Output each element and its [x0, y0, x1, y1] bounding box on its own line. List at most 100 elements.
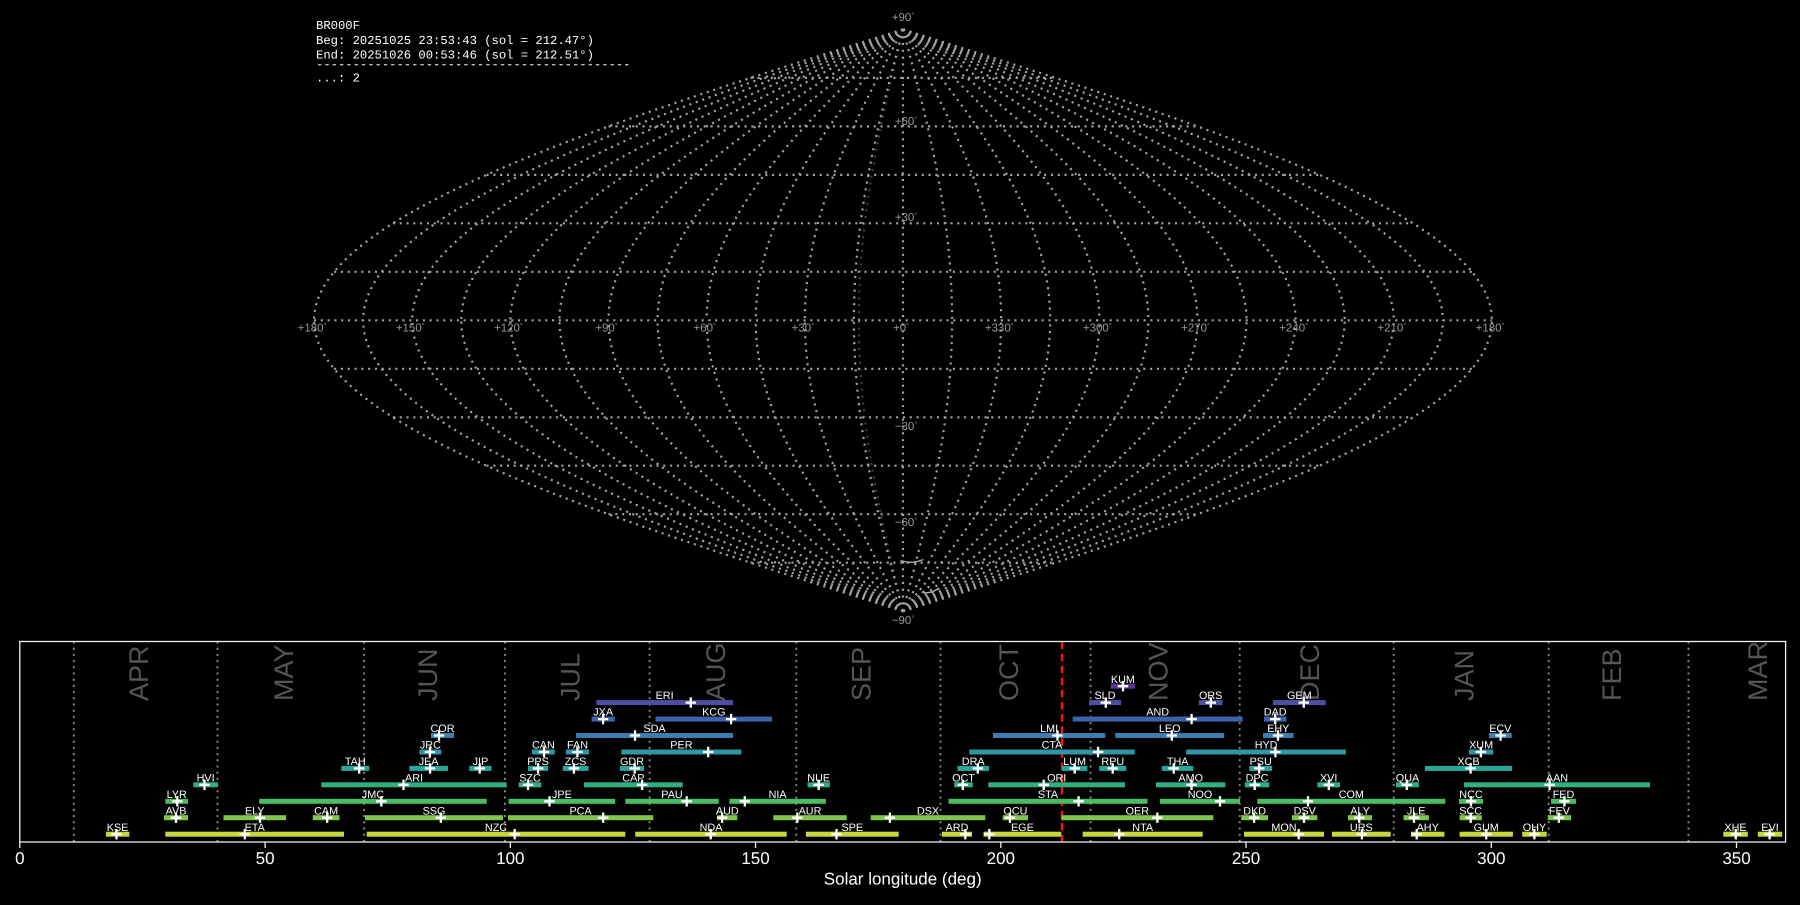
svg-text:EVI: EVI [1761, 822, 1778, 834]
svg-text:OCU: OCU [1003, 805, 1027, 817]
svg-text:100: 100 [496, 849, 524, 868]
svg-text:+300°: +300° [1083, 322, 1112, 335]
svg-text:ALY: ALY [1350, 805, 1370, 817]
svg-text:NZC: NZC [485, 822, 507, 834]
svg-text:SPE: SPE [841, 822, 863, 834]
svg-text:DKD: DKD [1243, 805, 1266, 817]
svg-text:NIA: NIA [769, 789, 788, 801]
svg-text:JXA: JXA [593, 707, 614, 719]
svg-text:SDA: SDA [643, 723, 666, 735]
svg-text:AMO: AMO [1178, 772, 1203, 784]
svg-text:MON: MON [1271, 822, 1296, 834]
svg-text:RPU: RPU [1101, 756, 1124, 768]
svg-text:KCG: KCG [702, 707, 725, 719]
svg-text:LEO: LEO [1159, 723, 1181, 735]
svg-text:ZCS: ZCS [565, 756, 587, 768]
svg-text:+210°: +210° [1377, 322, 1406, 335]
svg-text:SEP: SEP [847, 647, 877, 701]
svg-text:...: 2: ...: 2 [316, 72, 360, 86]
svg-text:Solar longitude (deg): Solar longitude (deg) [824, 870, 982, 889]
svg-text:50: 50 [256, 849, 275, 868]
svg-text:+120°: +120° [494, 322, 523, 335]
svg-text:Beg: 20251025 23:53:43 (sol =: Beg: 20251025 23:53:43 (sol = 212.47°) [316, 34, 594, 48]
svg-text:+30°: +30° [792, 322, 815, 335]
svg-text:ELY: ELY [245, 805, 265, 817]
svg-text:OCT: OCT [952, 772, 975, 784]
svg-text:+30°: +30° [895, 212, 918, 225]
svg-text:XUM: XUM [1469, 740, 1493, 752]
svg-text:+330°: +330° [985, 322, 1014, 335]
svg-text:HVI: HVI [197, 772, 215, 784]
svg-text:CAP: CAP [622, 772, 644, 784]
svg-text:ORI: ORI [1047, 772, 1066, 784]
svg-text:NCC: NCC [1459, 789, 1483, 801]
svg-text:+180°: +180° [1476, 322, 1505, 335]
svg-text:350: 350 [1722, 849, 1750, 868]
svg-text:+150°: +150° [396, 322, 425, 335]
svg-text:HYD: HYD [1255, 740, 1278, 752]
svg-text:FEV: FEV [1549, 805, 1571, 817]
svg-text:MAR: MAR [1743, 641, 1773, 701]
svg-text:+60°: +60° [895, 116, 918, 129]
svg-text:LUM: LUM [1063, 756, 1086, 768]
svg-text:JLE: JLE [1407, 805, 1426, 817]
svg-text:NDA: NDA [700, 822, 724, 834]
svg-text:300: 300 [1477, 849, 1505, 868]
svg-text:−90°: −90° [892, 615, 915, 628]
svg-text:AVB: AVB [166, 805, 187, 817]
svg-text:NUE: NUE [807, 772, 830, 784]
svg-text:BR000F: BR000F [316, 19, 360, 33]
svg-text:AUD: AUD [716, 805, 739, 817]
svg-text:EGE: EGE [1011, 822, 1034, 834]
svg-text:−30°: −30° [895, 421, 918, 434]
svg-text:APR: APR [124, 645, 154, 701]
svg-text:XVI: XVI [1320, 772, 1337, 784]
svg-text:200: 200 [987, 849, 1015, 868]
svg-text:PAU: PAU [661, 789, 682, 801]
svg-text:+60°: +60° [694, 322, 717, 335]
svg-text:CAM: CAM [314, 805, 338, 817]
svg-text:DRA: DRA [962, 756, 986, 768]
svg-text:ERI: ERI [656, 690, 674, 702]
svg-text:GDR: GDR [620, 756, 644, 768]
svg-text:SSG: SSG [423, 805, 446, 817]
svg-text:LYR: LYR [167, 789, 187, 801]
svg-text:SCC: SCC [1459, 805, 1482, 817]
svg-text:−60°: −60° [895, 517, 918, 530]
svg-text:PCA: PCA [569, 805, 592, 817]
svg-text:AHY: AHY [1417, 822, 1439, 834]
svg-text:NTA: NTA [1132, 822, 1154, 834]
svg-text:DSV: DSV [1294, 805, 1317, 817]
svg-text:DPC: DPC [1246, 772, 1269, 784]
svg-text:PPS: PPS [527, 756, 549, 768]
svg-text:NOO: NOO [1188, 789, 1213, 801]
svg-text:DAD: DAD [1264, 707, 1287, 719]
svg-text:+180°: +180° [298, 322, 327, 335]
svg-text:EHY: EHY [1267, 723, 1289, 735]
svg-text:SZC: SZC [519, 772, 541, 784]
svg-text:AUR: AUR [799, 805, 822, 817]
svg-text:JAN: JAN [1450, 650, 1480, 701]
svg-text:XCB: XCB [1457, 756, 1479, 768]
svg-text:JPE: JPE [552, 789, 572, 801]
svg-text:250: 250 [1232, 849, 1260, 868]
svg-text:JMC: JMC [362, 789, 384, 801]
svg-text:LMI: LMI [1040, 723, 1058, 735]
svg-text:GUM: GUM [1474, 822, 1499, 834]
svg-text:JIP: JIP [473, 756, 489, 768]
svg-text:------------------------------: ----------------------------------------… [316, 58, 631, 72]
svg-text:FEB: FEB [1597, 648, 1627, 701]
svg-text:OER: OER [1126, 805, 1150, 817]
svg-text:+90°: +90° [892, 12, 915, 25]
svg-text:FAN: FAN [567, 740, 588, 752]
svg-text:JRC: JRC [420, 740, 441, 752]
svg-text:FED: FED [1553, 789, 1575, 801]
svg-text:KSE: KSE [107, 822, 129, 834]
svg-text:+240°: +240° [1279, 322, 1308, 335]
svg-text:NOV: NOV [1143, 642, 1173, 701]
svg-text:COM: COM [1339, 789, 1364, 801]
svg-text:KUM: KUM [1111, 674, 1135, 686]
svg-text:STA: STA [1038, 789, 1059, 801]
svg-text:QUA: QUA [1396, 772, 1420, 784]
svg-text:ORS: ORS [1199, 690, 1222, 702]
